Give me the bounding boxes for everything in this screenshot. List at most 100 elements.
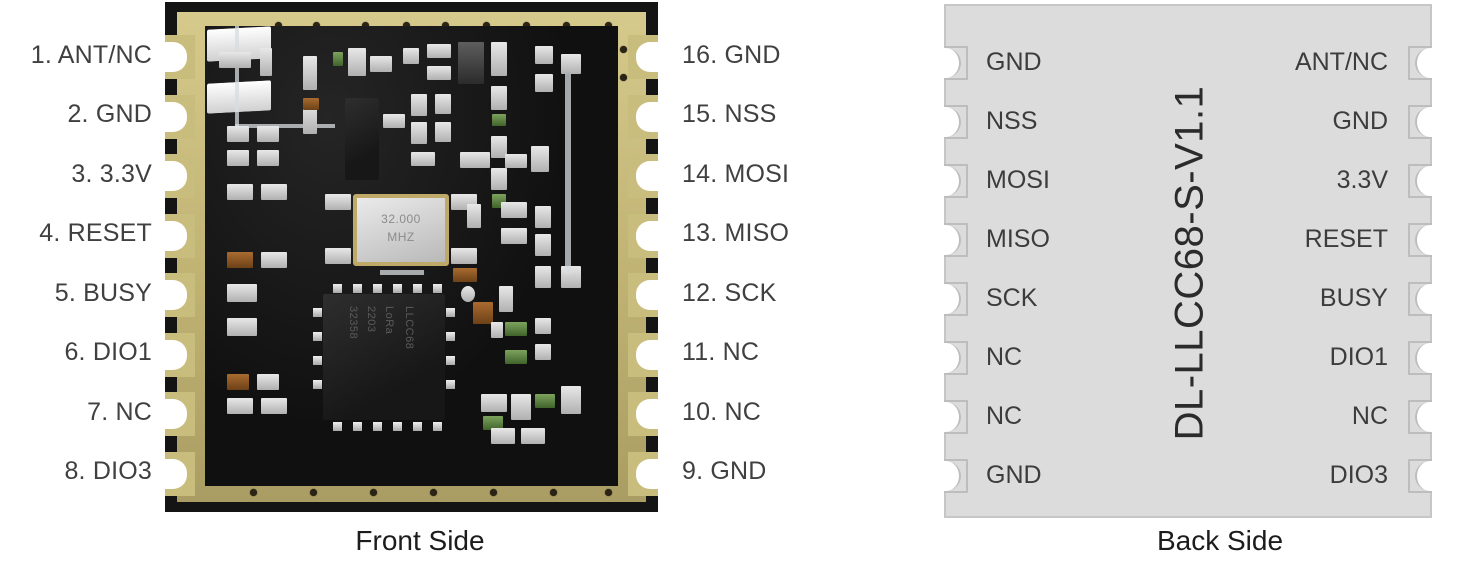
pcb-component xyxy=(492,114,506,126)
pcb-castellation-10 xyxy=(636,399,658,429)
pcb-component xyxy=(219,52,251,68)
back-castellation-right-7 xyxy=(1408,400,1432,434)
front-pin-label-2: 2. GND xyxy=(67,100,152,128)
pcb-trace xyxy=(235,124,335,128)
pcb-component xyxy=(227,284,257,302)
pcb-component xyxy=(333,52,343,66)
front-pin-label-10: 10. NC xyxy=(682,398,762,426)
notch-cut xyxy=(1415,402,1432,432)
pcb-component xyxy=(260,48,272,76)
pcb-ic-pad xyxy=(446,332,455,341)
back-pin-label-right-3: 3.3V xyxy=(1336,166,1388,194)
pcb-via xyxy=(370,489,377,496)
notch-cut xyxy=(944,402,961,432)
front-pin-label-15: 15. NSS xyxy=(682,100,777,128)
front-pin-label-16: 16. GND xyxy=(682,41,781,69)
back-pin-label-right-1: ANT/NC xyxy=(1294,48,1388,76)
pcb-component xyxy=(325,248,351,264)
pcb-component xyxy=(383,114,405,128)
pcb-main-ic: LLCC68 LoRa 2203 32358 xyxy=(323,294,445,420)
pcb-via xyxy=(490,489,497,496)
notch-cut xyxy=(1415,284,1432,314)
pcb-component xyxy=(491,322,503,338)
pcb-via xyxy=(605,489,612,496)
notch-cut xyxy=(1415,225,1432,255)
pcb-component xyxy=(303,56,317,90)
notch-cut xyxy=(1415,107,1432,137)
pcb-component xyxy=(481,394,507,412)
back-pin-label-right-8: DIO3 xyxy=(1329,461,1388,489)
pcb-ic-pad xyxy=(313,356,322,365)
notch-cut xyxy=(944,284,961,314)
pcb-component xyxy=(505,322,527,336)
back-side-figure: GND NSS MOSI MISO SCK NC NC GND ANT/NC G… xyxy=(860,0,1480,564)
back-castellation-right-2 xyxy=(1408,105,1432,139)
pcb-component xyxy=(521,428,545,444)
pcb-component xyxy=(435,122,451,142)
pcb-ic-pad xyxy=(413,284,422,293)
back-castellation-left-5 xyxy=(944,282,968,316)
pcb-component xyxy=(491,168,507,190)
pcb-castellation-11 xyxy=(636,340,658,370)
pcb-ic-pad xyxy=(413,422,422,431)
pcb-component xyxy=(535,318,551,334)
pcb-ic-pad xyxy=(313,308,322,317)
pcb-component xyxy=(505,154,527,168)
pcb-component xyxy=(501,228,527,244)
pcb-trace xyxy=(380,270,424,275)
pcb-component xyxy=(458,42,484,84)
pcb-trace xyxy=(235,26,239,126)
pcb-component xyxy=(467,204,481,228)
pcb-component xyxy=(370,56,392,72)
pcb-castellation-16 xyxy=(636,42,658,72)
back-part-number: DL-LLCC68-S-V1.1 xyxy=(1167,85,1212,441)
pcb-via xyxy=(310,489,317,496)
front-pin-label-8: 8. DIO3 xyxy=(64,457,152,485)
back-side-caption: Back Side xyxy=(1156,525,1284,556)
front-pin-label-14: 14. MOSI xyxy=(682,160,790,188)
pcb-ic-marking-3: 2203 xyxy=(365,306,377,333)
back-board-outline: GND NSS MOSI MISO SCK NC NC GND ANT/NC G… xyxy=(944,4,1432,518)
pcb-component xyxy=(535,344,551,360)
pcb-castellation-15 xyxy=(636,102,658,132)
back-castellation-left-3 xyxy=(944,164,968,198)
pcb-component xyxy=(303,98,319,110)
pcb-ic-pad xyxy=(313,380,322,389)
pcb-component xyxy=(227,374,249,390)
notch-cut xyxy=(1415,461,1432,491)
back-castellation-right-1 xyxy=(1408,46,1432,80)
pcb-crystal-unit: MHZ xyxy=(387,230,415,244)
back-pin-label-right-4: RESET xyxy=(1304,225,1388,253)
pcb-ic-marking-2: LoRa xyxy=(383,306,395,335)
pcb-component xyxy=(257,374,279,390)
pcb-ic-pad xyxy=(433,284,442,293)
back-castellation-left-2 xyxy=(944,105,968,139)
pcb-component xyxy=(227,150,249,166)
back-castellation-right-3 xyxy=(1408,164,1432,198)
pcb-component xyxy=(257,150,279,166)
back-pin-label-left-8: GND xyxy=(986,461,1042,489)
pcb-crystal: 32.000 MHZ xyxy=(353,194,449,266)
pcb-component xyxy=(403,48,419,64)
pcb-component xyxy=(561,386,581,414)
back-pin-label-right-2: GND xyxy=(1332,107,1388,135)
pcb-component xyxy=(535,234,551,256)
front-pin-label-9: 9. GND xyxy=(682,457,767,485)
pcb-component xyxy=(227,398,253,414)
figure-root: 1. ANT/NC 2. GND 3. 3.3V 4. RESET 5. BUS… xyxy=(0,0,1480,564)
pcb-ic-pad xyxy=(333,284,342,293)
pcb-component xyxy=(535,206,551,228)
front-pin-label-4: 4. RESET xyxy=(39,219,152,247)
pcb-ic-pad xyxy=(433,422,442,431)
pcb-component xyxy=(227,252,253,268)
pcb-via xyxy=(620,46,627,53)
back-pin-label-right-7: NC xyxy=(1351,402,1388,430)
back-pin-label-right-5: BUSY xyxy=(1319,284,1388,312)
notch-cut xyxy=(944,461,961,491)
pcb-component xyxy=(460,152,490,168)
back-pin-label-left-2: NSS xyxy=(986,107,1038,135)
pcb-component xyxy=(561,54,581,74)
front-side-caption: Front Side xyxy=(355,525,485,556)
pcb-component xyxy=(451,248,477,264)
front-pcb-photo: 32.000 MHZ LLCC68 LoRa 2203 32358 xyxy=(165,2,658,512)
